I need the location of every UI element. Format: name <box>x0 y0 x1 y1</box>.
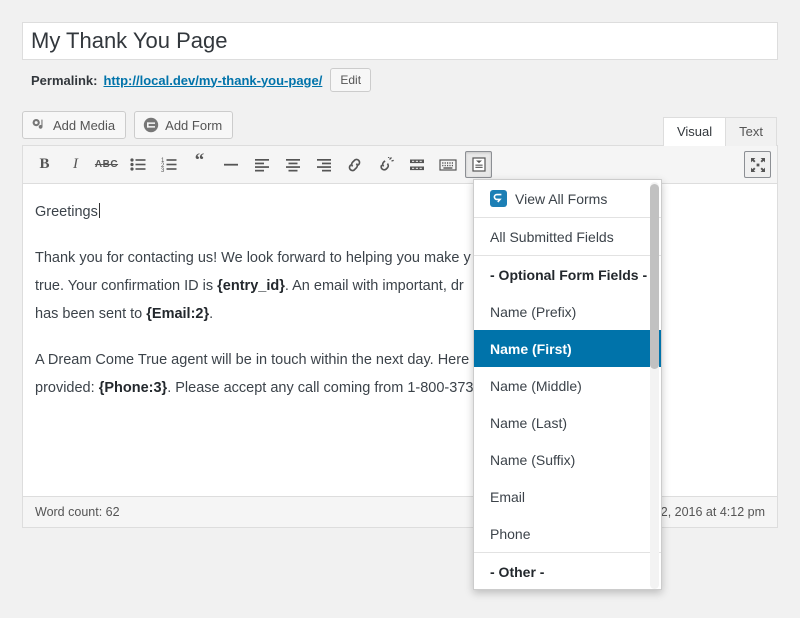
edit-permalink-button[interactable]: Edit <box>330 68 372 92</box>
content-editor: Visual Text B I ABC 1 2 3 “ Greetings Th… <box>22 117 778 528</box>
editor-status-bar: Word count: 62 2, 2016 at 4:12 pm <box>23 496 777 527</box>
dropdown-scrollbar-thumb[interactable] <box>650 184 659 369</box>
insert-read-more-button[interactable] <box>403 151 430 178</box>
dropdown-item-label: Name (Last) <box>490 414 568 431</box>
p2-line1: Thank you for contacting us! We look for… <box>35 250 471 266</box>
dropdown-item-name-first[interactable]: Name (First) <box>474 330 661 367</box>
blockquote-button[interactable]: “ <box>186 151 213 178</box>
tab-text[interactable]: Text <box>725 117 777 147</box>
dropdown-scrollbar-track[interactable] <box>650 182 659 589</box>
dropdown-item-all-submitted-fields[interactable]: All Submitted Fields <box>474 218 661 255</box>
dropdown-item-label: View All Forms <box>515 190 608 207</box>
add-form-icon <box>143 117 159 133</box>
add-form-button[interactable]: Add Form <box>134 111 234 139</box>
dropdown-item-name-middle[interactable]: Name (Middle) <box>474 367 661 404</box>
dropdown-item-name-suffix[interactable]: Name (Suffix) <box>474 441 661 478</box>
dropdown-item-label: Email <box>490 488 526 505</box>
keyboard-shortcuts-button[interactable] <box>434 151 461 178</box>
dropdown-item-view-all-forms[interactable]: View All Forms <box>474 180 661 217</box>
p3-line2b: . Please accept any call coming from 1-8… <box>167 380 479 396</box>
word-count: Word count: 62 <box>35 505 120 519</box>
horizontal-rule-button[interactable] <box>217 151 244 178</box>
dropdown-item-label: Name (Suffix) <box>490 451 576 468</box>
strikethrough-button[interactable]: ABC <box>93 151 120 178</box>
editor-toolbar: B I ABC 1 2 3 “ <box>23 146 777 184</box>
merge-tag-list: View All Forms All Submitted Fields - Op… <box>474 180 661 589</box>
merge-tag-phone: {Phone:3} <box>98 380 168 396</box>
wordpress-post-editor-screen: Permalink: http://local.dev/my-thank-you… <box>0 0 800 618</box>
greeting-text: Greetings <box>35 204 98 220</box>
remove-link-button[interactable] <box>372 151 399 178</box>
bulleted-list-button[interactable] <box>124 151 151 178</box>
dropdown-item-label: Phone <box>490 525 531 542</box>
dropdown-group-header-optional-form-fields: - Optional Form Fields - <box>490 266 648 283</box>
permalink-url-link[interactable]: http://local.dev/my-thank-you-page/ <box>103 73 322 88</box>
post-title-input[interactable] <box>22 22 778 60</box>
p2-line3a: has been sent to <box>35 306 147 322</box>
distraction-free-mode-button[interactable] <box>744 151 771 178</box>
insert-link-button[interactable] <box>341 151 368 178</box>
numbered-list-button[interactable]: 1 2 3 <box>155 151 182 178</box>
dropdown-item-label: Name (Prefix) <box>490 303 577 320</box>
dropdown-item-label: All Submitted Fields <box>490 228 614 245</box>
merge-tag-entry-id: {entry_id} <box>217 278 285 294</box>
dropdown-item-label: Name (Middle) <box>490 377 582 394</box>
svg-text:3: 3 <box>161 168 165 172</box>
dropdown-item-name-prefix[interactable]: Name (Prefix) <box>474 293 661 330</box>
gravity-forms-logo-icon <box>490 190 507 207</box>
p3-line1: A Dream Come True agent will be in touch… <box>35 352 470 368</box>
editor-mode-tabs: Visual Text <box>662 117 777 147</box>
permalink: Permalink: http://local.dev/my-thank-you… <box>31 68 372 92</box>
text-cursor <box>98 203 100 218</box>
bold-button[interactable]: B <box>31 151 58 178</box>
post-title-container <box>22 22 778 60</box>
dropdown-item-label: Name (First) <box>490 340 572 357</box>
align-right-button[interactable] <box>310 151 337 178</box>
dropdown-item-email[interactable]: Email <box>474 478 661 515</box>
merge-tag-dropdown: View All Forms All Submitted Fields - Op… <box>473 179 662 590</box>
merge-tag-email: {Email:2} <box>146 306 210 322</box>
p2-line3b: . <box>209 306 214 322</box>
align-center-button[interactable] <box>279 151 306 178</box>
tab-visual[interactable]: Visual <box>662 117 727 147</box>
align-left-button[interactable] <box>248 151 275 178</box>
dropdown-item-phone[interactable]: Phone <box>474 515 661 552</box>
add-media-icon <box>31 117 47 133</box>
italic-button[interactable]: I <box>62 151 89 178</box>
p2-line2a: true. Your confirmation ID is <box>35 278 218 294</box>
insert-merge-tag-button[interactable] <box>465 151 492 178</box>
editor-content-area[interactable]: Greetings Thank you for contacting us! W… <box>23 184 777 490</box>
dropdown-group-header-other: - Other - <box>490 563 545 580</box>
permalink-label: Permalink: <box>31 72 98 88</box>
p2-line2b: . An email with important, dr <box>284 278 464 294</box>
add-form-label: Add Form <box>165 117 223 133</box>
p3-line2a: provided: <box>35 380 99 396</box>
add-media-label: Add Media <box>53 117 116 133</box>
add-media-button[interactable]: Add Media <box>22 111 127 139</box>
media-buttons-row: Add Media Add Form <box>22 111 234 139</box>
last-edited-timestamp: 2, 2016 at 4:12 pm <box>660 505 765 519</box>
dropdown-item-name-last[interactable]: Name (Last) <box>474 404 661 441</box>
